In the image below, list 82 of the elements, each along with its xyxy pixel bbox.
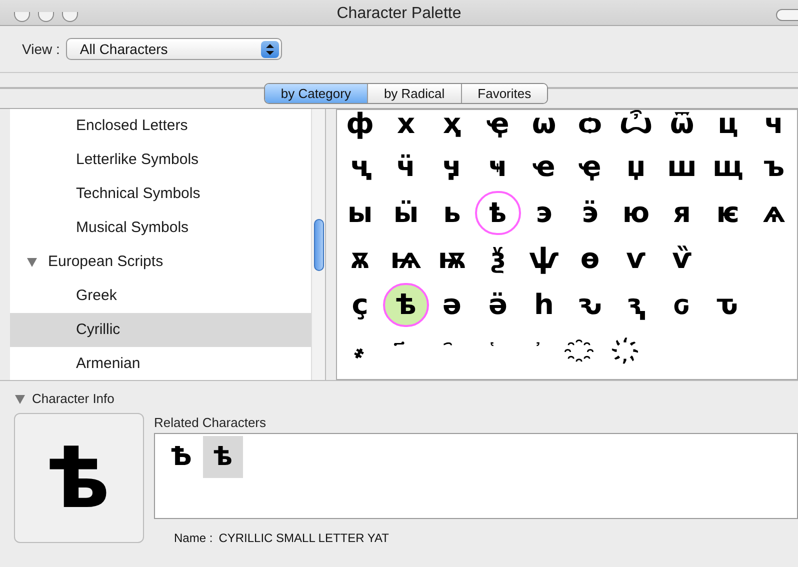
window-control[interactable] bbox=[14, 12, 30, 22]
character-cell[interactable]: ә bbox=[429, 283, 475, 327]
character-cell[interactable]: ѧ bbox=[751, 191, 797, 235]
character-cell[interactable]: ь bbox=[429, 191, 475, 235]
character-cell[interactable]: ӛ bbox=[475, 283, 521, 327]
character-cell[interactable]: х bbox=[383, 110, 429, 146]
character-cell[interactable]: ҿ bbox=[475, 110, 521, 146]
character-cell[interactable]: ѫ bbox=[337, 237, 383, 281]
character-cell[interactable]: ш bbox=[659, 145, 705, 189]
tab[interactable]: by Radical bbox=[366, 84, 461, 103]
character-cell[interactable]: ӵ bbox=[383, 145, 429, 189]
character-cell[interactable]: ҳ bbox=[429, 110, 475, 146]
character-cell[interactable]: ѻ bbox=[567, 110, 613, 146]
character-cell[interactable]: ҫ bbox=[337, 283, 383, 327]
character-cell[interactable]: ҷ bbox=[337, 145, 383, 189]
window-control[interactable] bbox=[62, 12, 78, 22]
character-cell[interactable]: һ bbox=[521, 283, 567, 327]
character-cell[interactable]: я bbox=[659, 191, 705, 235]
category-item[interactable]: Letterlike Symbols bbox=[10, 143, 311, 177]
character-cell[interactable]: ҅ bbox=[475, 329, 521, 373]
window-title: Character Palette bbox=[336, 5, 462, 23]
character-cell[interactable]: ҄ bbox=[429, 329, 475, 373]
section-title: Character Info bbox=[32, 390, 114, 408]
related-characters-label: Related Characters bbox=[154, 414, 267, 432]
character-cell[interactable]: ԏ bbox=[705, 283, 751, 327]
character-cell[interactable]: ԍ bbox=[659, 283, 705, 327]
window-control[interactable] bbox=[38, 12, 54, 22]
character-cell[interactable]: ф bbox=[337, 110, 383, 146]
character-cell[interactable]: ҽ bbox=[521, 145, 567, 189]
character-cell[interactable]: ѵ bbox=[613, 237, 659, 281]
tab[interactable]: Favorites bbox=[460, 84, 548, 103]
tab[interactable]: by Category bbox=[264, 84, 367, 103]
character-cell[interactable]: ц bbox=[705, 110, 751, 146]
character-cell[interactable]: ѭ bbox=[429, 237, 475, 281]
character-cell[interactable]: э bbox=[521, 191, 567, 235]
character-cell[interactable]: ѷ bbox=[659, 237, 705, 281]
related-character[interactable]: ѣ bbox=[203, 436, 243, 478]
character-cell[interactable]: ӌ bbox=[429, 145, 475, 189]
character-cell[interactable]: ы bbox=[337, 191, 383, 235]
scrollbar[interactable] bbox=[311, 109, 325, 380]
character-cell[interactable]: ѯ bbox=[475, 237, 521, 281]
view-dropdown[interactable]: All Characters bbox=[66, 38, 282, 60]
character-cell[interactable]: ҿ bbox=[567, 145, 613, 189]
dropdown-arrows-icon bbox=[260, 40, 279, 58]
category-item[interactable]: Musical Symbols bbox=[10, 211, 311, 245]
name-label: Name : bbox=[174, 530, 213, 547]
character-cell[interactable]: ѡ bbox=[521, 110, 567, 146]
character-cell[interactable]: ѿ bbox=[659, 110, 705, 146]
category-item[interactable]: Technical Symbols bbox=[10, 177, 311, 211]
character-cell[interactable]: щ bbox=[705, 145, 751, 189]
character-cell[interactable]: ҉ bbox=[613, 329, 659, 373]
character-cell[interactable]: ӹ bbox=[383, 191, 429, 235]
related-character[interactable]: Ѣ bbox=[161, 436, 201, 478]
character-cell[interactable]: ҈ bbox=[567, 329, 613, 373]
character-name: CYRILLIC SMALL LETTER YAT bbox=[218, 530, 389, 547]
character-cell[interactable]: ԇ bbox=[613, 283, 659, 327]
character-cell[interactable]: ѥ bbox=[705, 191, 751, 235]
disclosure-triangle-icon[interactable] bbox=[14, 392, 26, 405]
character-cell[interactable]: ҂ bbox=[337, 329, 383, 373]
view-label: View : bbox=[22, 40, 60, 58]
character-cell[interactable]: ѣ bbox=[383, 283, 429, 327]
category-item[interactable]: Greek bbox=[10, 279, 311, 313]
disclosure-triangle-icon[interactable] bbox=[26, 256, 38, 268]
character-preview: ѣ bbox=[14, 412, 144, 542]
category-group[interactable]: European Scripts bbox=[10, 245, 311, 279]
character-cell[interactable]: ѩ bbox=[383, 237, 429, 281]
character-cell[interactable]: ҹ bbox=[475, 145, 521, 189]
category-item[interactable]: Cyrillic bbox=[10, 313, 311, 347]
category-item[interactable]: Enclosed Letters bbox=[10, 109, 311, 143]
character-cell[interactable]: џ bbox=[613, 145, 659, 189]
character-cell[interactable]: ч bbox=[751, 110, 797, 146]
character-cell[interactable]: ӭ bbox=[567, 191, 613, 235]
character-cell[interactable]: ѳ bbox=[567, 237, 613, 281]
toolbar-button[interactable] bbox=[776, 9, 798, 21]
character-cell[interactable]: ъ bbox=[751, 145, 797, 189]
character-cell[interactable]: ԅ bbox=[567, 283, 613, 327]
character-cell[interactable]: ѽ bbox=[613, 110, 659, 146]
character-cell[interactable]: ю bbox=[613, 191, 659, 235]
character-cell[interactable]: ѱ bbox=[521, 237, 567, 281]
character-cell[interactable]: ҍ bbox=[475, 191, 521, 235]
category-item[interactable]: Armenian bbox=[10, 347, 311, 380]
character-cell[interactable]: ҃ bbox=[383, 329, 429, 373]
